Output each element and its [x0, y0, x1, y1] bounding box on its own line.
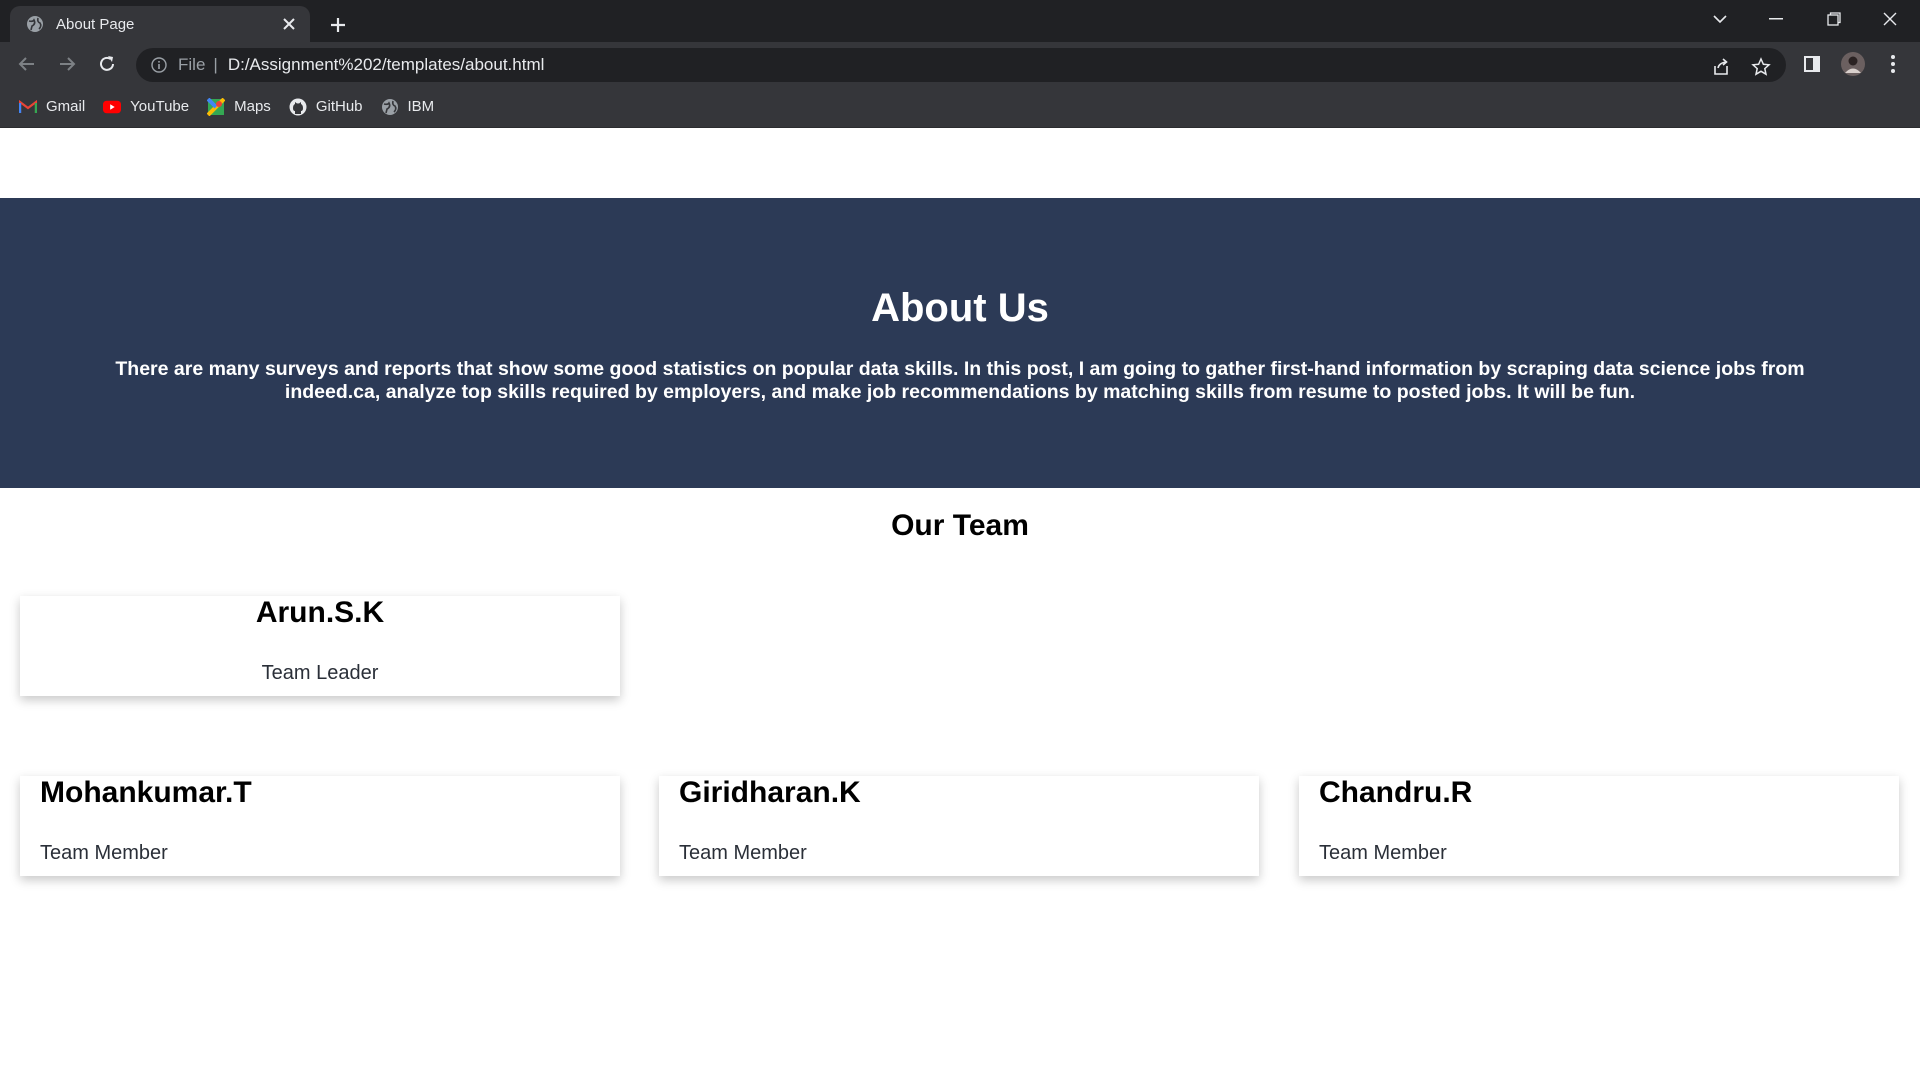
tab-about-page[interactable]: About Page: [10, 6, 310, 42]
tab-search-chevron-icon[interactable]: [1692, 0, 1748, 38]
forward-icon[interactable]: [52, 49, 82, 79]
star-icon[interactable]: [1748, 54, 1774, 80]
window-close-icon[interactable]: [1862, 0, 1918, 38]
member-role: Team Leader: [261, 662, 379, 684]
bookmark-github[interactable]: GitHub: [280, 92, 372, 122]
minimize-icon[interactable]: [1748, 0, 1804, 38]
team-card-member: Mohankumar.T Team Member: [20, 776, 620, 876]
share-icon[interactable]: [1708, 54, 1734, 80]
menu-dots-icon[interactable]: [1878, 49, 1908, 79]
tab-title: About Page: [56, 15, 135, 33]
member-name: Chandru.R: [1319, 776, 1473, 809]
browser-toolbar: File | D:/Assignment%202/templates/about…: [0, 42, 1920, 86]
side-panel-icon[interactable]: [1797, 49, 1827, 79]
bookmarks-bar: Gmail YouTube Maps GitHub IBM: [0, 86, 1920, 128]
member-role: Team Member: [40, 842, 168, 864]
team-heading: Our Team: [891, 509, 1029, 542]
member-name: Giridharan.K: [679, 776, 861, 809]
about-description: There are many surveys and reports that …: [115, 358, 1805, 403]
tab-strip: About Page: [0, 0, 1920, 42]
about-hero: About Us There are many surveys and repo…: [0, 198, 1920, 488]
address-bar[interactable]: File | D:/Assignment%202/templates/about…: [136, 48, 1786, 82]
team-card-member: Chandru.R Team Member: [1299, 776, 1899, 876]
page-viewport: About Us There are many surveys and repo…: [0, 128, 1920, 1078]
globe-icon: [381, 98, 399, 116]
new-tab-button[interactable]: [322, 9, 354, 41]
reload-icon[interactable]: [92, 49, 122, 79]
url-scheme: File: [178, 55, 206, 74]
team-card-member: Giridharan.K Team Member: [659, 776, 1259, 876]
team-card-leader: Arun.S.K Team Leader: [20, 596, 620, 696]
globe-icon: [26, 15, 44, 33]
member-role: Team Member: [679, 842, 807, 864]
bookmark-ibm[interactable]: IBM: [372, 92, 444, 122]
member-role: Team Member: [1319, 842, 1447, 864]
avatar[interactable]: [1838, 49, 1868, 79]
back-icon[interactable]: [12, 49, 42, 79]
close-icon[interactable]: [278, 13, 300, 35]
bookmark-gmail[interactable]: Gmail: [10, 92, 94, 122]
member-name: Arun.S.K: [255, 596, 385, 629]
restore-icon[interactable]: [1806, 0, 1862, 38]
member-name: Mohankumar.T: [40, 776, 252, 809]
url-separator: |: [213, 55, 218, 74]
page-title: About Us: [871, 286, 1049, 330]
bookmark-maps[interactable]: Maps: [198, 92, 280, 122]
info-icon[interactable]: [150, 56, 168, 74]
github-icon: [289, 98, 307, 116]
youtube-icon: [103, 98, 122, 116]
maps-icon: [207, 97, 226, 116]
gmail-icon: [19, 98, 37, 116]
url-text[interactable]: D:/Assignment%202/templates/about.html: [228, 55, 545, 75]
bookmark-youtube[interactable]: YouTube: [94, 92, 198, 122]
